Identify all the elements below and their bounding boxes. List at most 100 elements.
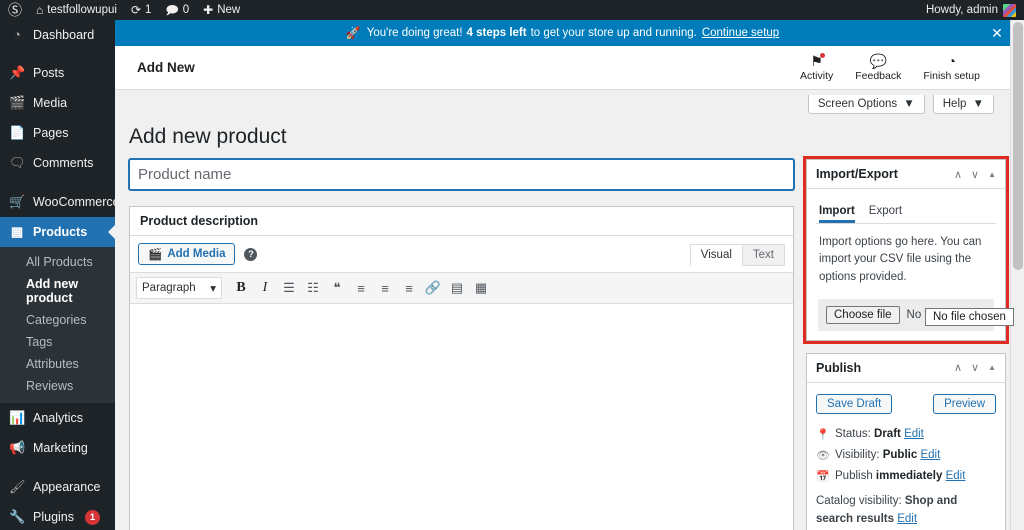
collapse-triangle-icon[interactable]: ▲ — [988, 170, 996, 179]
align-center-icon[interactable]: ≡ — [374, 277, 396, 299]
submenu-item-add-new-product[interactable]: Add new product — [0, 273, 115, 309]
pin-icon: 📍 — [816, 428, 830, 441]
catalog-edit-link[interactable]: Edit — [897, 513, 917, 525]
submenu-item-all-products[interactable]: All Products — [0, 251, 115, 273]
megaphone-icon: 📢 — [9, 440, 26, 455]
editor-content-area[interactable] — [130, 304, 793, 530]
editor-columns: Product description 🎬 Add Media ? Visual… — [129, 156, 1009, 530]
tab-export[interactable]: Export — [869, 205, 902, 223]
feedback-button[interactable]: 💬 Feedback — [855, 54, 901, 82]
sidebar-item-media[interactable]: 🎬 Media — [0, 88, 115, 118]
sidebar-item-label: Dashboard — [33, 27, 95, 42]
visibility-edit-link[interactable]: Edit — [920, 449, 940, 461]
sidebar-item-dashboard[interactable]: ◔ Dashboard — [0, 20, 115, 49]
sidebar-item-marketing[interactable]: 📢 Marketing — [0, 433, 115, 463]
tab-import[interactable]: Import — [819, 205, 855, 223]
status-edit-link[interactable]: Edit — [904, 428, 924, 440]
page-heading: Add New — [137, 60, 195, 75]
chevron-up-icon[interactable]: ∧ — [954, 168, 962, 181]
submenu-item-reviews[interactable]: Reviews — [0, 375, 115, 397]
submenu-item-categories[interactable]: Categories — [0, 309, 115, 331]
site-name-link[interactable]: ⌂ testfollowupui — [29, 0, 124, 20]
updates-link[interactable]: ⟳ 1 — [124, 0, 158, 20]
comments-link[interactable]: 🗩 0 — [158, 0, 196, 20]
sidebar-item-analytics[interactable]: 📊 Analytics — [0, 403, 115, 433]
plugins-update-badge: 1 — [85, 509, 100, 525]
bulleted-list-icon[interactable]: ☰ — [278, 277, 300, 299]
submenu-item-tags[interactable]: Tags — [0, 331, 115, 353]
main-content-area: 🚀 You're doing great! 4 steps left to ge… — [115, 20, 1010, 530]
chevron-down-icon[interactable]: ∨ — [971, 168, 979, 181]
scrollbar-thumb[interactable] — [1013, 22, 1023, 270]
activity-button[interactable]: ⚑ Activity — [800, 52, 833, 82]
comment-icon: 🗩 — [165, 3, 179, 17]
sidebar-item-comments[interactable]: 🗨 Comments — [0, 148, 115, 178]
import-export-tabs: Import Export — [816, 198, 996, 224]
progress-circle-icon: ◔ — [947, 52, 956, 69]
page-scrollbar[interactable] — [1010, 20, 1024, 530]
publish-date-row: 📅 Publish immediately Edit — [816, 466, 996, 487]
sidebar-item-appearance[interactable]: 🖌 Appearance — [0, 472, 115, 502]
menu-separator — [0, 463, 115, 472]
sidebar-item-label: Plugins — [33, 510, 74, 524]
chevron-up-icon[interactable]: ∧ — [954, 361, 962, 374]
editor-toolbar: Paragraph ▾ B I ☰ ☷ ❝ ≡ ≡ ≡ 🔗 ▤ ▦ — [130, 272, 793, 304]
account-menu[interactable]: Howdy, admin — [926, 3, 1024, 17]
sidebar-item-plugins[interactable]: 🔧 Plugins 1 — [0, 502, 115, 530]
sidebar-item-products[interactable]: ▦ Products — [0, 217, 115, 247]
finish-setup-button[interactable]: ◔ Finish setup — [923, 54, 980, 82]
finish-setup-label: Finish setup — [923, 69, 980, 82]
notice-text-before: You're doing great! — [366, 27, 463, 39]
help-icon[interactable]: ? — [244, 247, 258, 261]
screen-options-button[interactable]: Screen Options ▼ — [807, 95, 925, 114]
add-media-button[interactable]: 🎬 Add Media — [138, 243, 236, 265]
tab-visual[interactable]: Visual — [689, 244, 743, 266]
product-description-panel: Product description 🎬 Add Media ? Visual… — [129, 206, 794, 530]
align-left-icon[interactable]: ≡ — [350, 277, 372, 299]
sidebar-item-woocommerce[interactable]: 🛒 WooCommerce — [0, 187, 115, 217]
page-title: Add new product — [129, 125, 287, 148]
feedback-icon: 💬 — [869, 52, 888, 69]
media-icon: 🎬 — [148, 249, 163, 261]
preview-button[interactable]: Preview — [933, 393, 996, 414]
dashboard-icon: ◔ — [13, 27, 21, 42]
brush-icon: 🖌 — [9, 479, 26, 494]
file-input-tooltip: No file chosen — [925, 308, 1014, 326]
feedback-label: Feedback — [855, 69, 902, 82]
avatar — [1003, 3, 1016, 17]
save-draft-button[interactable]: Save Draft — [816, 393, 893, 414]
submenu-item-attributes[interactable]: Attributes — [0, 353, 115, 375]
numbered-list-icon[interactable]: ☷ — [302, 277, 324, 299]
close-icon[interactable]: ✕ — [984, 20, 1010, 46]
sidebar-item-posts[interactable]: 📌 Posts — [0, 58, 115, 88]
publish-edit-link[interactable]: Edit — [946, 470, 966, 482]
bold-icon[interactable]: B — [230, 277, 252, 299]
visibility-value: Public — [882, 448, 918, 461]
horizontal-rule-icon[interactable]: ▤ — [446, 277, 468, 299]
updates-icon: ⟳ — [130, 3, 141, 17]
new-content-link[interactable]: ✚ New — [196, 0, 247, 20]
product-name-input[interactable] — [129, 159, 794, 190]
sidebar-item-pages[interactable]: 📄 Pages — [0, 118, 115, 148]
wordpress-logo-icon[interactable]: Ⓢ — [0, 0, 29, 20]
toolbar-toggle-icon[interactable]: ▦ — [470, 277, 492, 299]
comment-icon: 🗨 — [9, 155, 26, 170]
choose-file-button[interactable]: Choose file — [826, 305, 900, 324]
tab-text[interactable]: Text — [741, 244, 785, 266]
collapse-triangle-icon[interactable]: ▲ — [988, 363, 996, 372]
admin-bar: Ⓢ ⌂ testfollowupui ⟳ 1 🗩 0 ✚ New Howdy, … — [0, 0, 1024, 20]
sidebar-item-label: Posts — [33, 66, 65, 80]
catalog-label: Catalog visibility: — [816, 494, 902, 507]
continue-setup-link[interactable]: Continue setup — [702, 27, 779, 39]
help-button[interactable]: Help ▼ — [932, 95, 994, 114]
publish-body: Save Draft Preview 📍 Status: Draft Edit — [807, 383, 1005, 530]
italic-icon[interactable]: I — [254, 277, 276, 299]
blockquote-icon[interactable]: ❝ — [326, 277, 348, 299]
align-right-icon[interactable]: ≡ — [398, 277, 420, 299]
activity-badge-dot — [819, 52, 825, 58]
help-label: Help — [942, 98, 967, 110]
chevron-down-icon[interactable]: ∨ — [971, 361, 979, 374]
link-icon[interactable]: 🔗 — [422, 277, 444, 299]
format-select[interactable]: Paragraph ▾ — [136, 277, 222, 299]
screen-options-label: Screen Options — [817, 98, 898, 110]
